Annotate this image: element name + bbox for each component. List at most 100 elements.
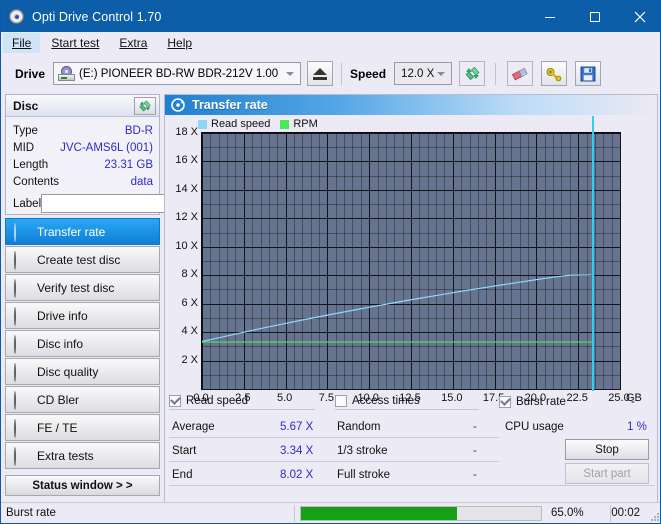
disc-icon bbox=[14, 307, 29, 326]
drive-label: Drive bbox=[15, 66, 46, 81]
chart-cursor-line[interactable] bbox=[592, 116, 594, 391]
eraser-icon bbox=[511, 67, 528, 80]
disc-length-value: 23.31 GB bbox=[104, 158, 153, 171]
sidebar-item-disc-quality[interactable]: Disc quality bbox=[5, 358, 160, 385]
menu-item-extra[interactable]: Extra bbox=[110, 33, 156, 53]
status-text: Burst rate bbox=[6, 507, 56, 519]
minimize-icon[interactable] bbox=[527, 1, 572, 32]
title-bar: Opti Drive Control 1.70 bbox=[1, 1, 660, 32]
y-axis-tick-label: 16 X bbox=[175, 154, 198, 167]
speed-select[interactable]: 12.0 X bbox=[394, 62, 453, 85]
checkbox-access-times-box[interactable] bbox=[335, 394, 347, 407]
chevron-down-icon bbox=[437, 71, 446, 76]
disc-icon bbox=[171, 98, 185, 112]
menu-bar: File Start test Extra Help bbox=[1, 32, 660, 54]
refresh-button[interactable] bbox=[459, 61, 486, 86]
maximize-icon[interactable] bbox=[572, 1, 617, 32]
result-end-value: 8.02 X bbox=[280, 469, 314, 481]
disc-icon bbox=[14, 223, 29, 242]
disc-row-mid: MID JVC-AMS6L (001) bbox=[13, 139, 153, 156]
sidebar-item-label: CD Bler bbox=[37, 392, 80, 407]
refresh-icon bbox=[139, 100, 151, 112]
checkbox-read-speed-box[interactable] bbox=[169, 394, 181, 407]
eject-button[interactable] bbox=[307, 61, 334, 86]
result-start-label: Start bbox=[172, 445, 197, 457]
y-axis-tick-label: 18 X bbox=[175, 126, 198, 138]
panel-title: Transfer rate bbox=[192, 98, 268, 112]
status-bar: Burst rate 65.0% 00:02 bbox=[1, 502, 660, 523]
save-button[interactable] bbox=[575, 61, 602, 86]
drive-select[interactable]: (E:) PIONEER BD-RW BDR-212V 1.00 bbox=[53, 62, 302, 85]
speed-select-value: 12.0 X bbox=[401, 67, 435, 80]
legend-label-read-speed: Read speed bbox=[211, 118, 271, 130]
sidebar-item-extra-tests[interactable]: Extra tests bbox=[5, 442, 160, 469]
results-divider-2 bbox=[169, 461, 499, 462]
disc-refresh-button[interactable] bbox=[134, 97, 156, 115]
window-controls bbox=[527, 1, 660, 32]
result-random-label: Random bbox=[337, 421, 381, 433]
toolbar-divider-2 bbox=[495, 62, 497, 85]
sidebar-item-disc-info[interactable]: Disc info bbox=[5, 330, 160, 357]
transfer-rate-chart: Read speed RPM 2 X 4 X 6 X 8 X 10 X 12 X 14 X 1… bbox=[165, 115, 659, 408]
status-window-button[interactable]: Status window > > bbox=[5, 475, 160, 496]
app-disc-icon bbox=[9, 8, 25, 25]
disc-type-label: Type bbox=[13, 124, 38, 137]
result-random-value: - bbox=[473, 421, 477, 433]
progress-percent-cell: 65.0% bbox=[542, 504, 610, 523]
speed-label: Speed bbox=[350, 66, 387, 81]
transfer-rate-panel: Transfer rate Read speed RPM 2 X 4 X 6 X 8 … bbox=[164, 94, 658, 503]
progress-percent-label: 65.0% bbox=[550, 507, 584, 519]
y-axis-tick-label: 14 X bbox=[175, 182, 198, 195]
sidebar-item-fe-te[interactable]: FE / TE bbox=[5, 414, 160, 441]
resize-grip[interactable] bbox=[649, 511, 659, 521]
sidebar-item-drive-info[interactable]: Drive info bbox=[5, 302, 160, 329]
settings-button[interactable] bbox=[541, 61, 568, 86]
chart-series-read-speed bbox=[202, 274, 592, 343]
disc-label-label: Label bbox=[13, 197, 42, 210]
elapsed-time: 00:02 bbox=[611, 507, 641, 519]
chart-legend: Read speed RPM bbox=[198, 118, 324, 130]
sidebar-item-verify-test-disc[interactable]: Verify test disc bbox=[5, 274, 160, 301]
chart-options-row: Read speed Access times Burst rate - bbox=[165, 390, 659, 414]
cpu-usage-label: CPU usage bbox=[505, 421, 564, 433]
disc-row-type: Type BD-R bbox=[13, 122, 153, 139]
disc-mid-label: MID bbox=[13, 141, 35, 154]
disc-row-length: Length 23.31 GB bbox=[13, 156, 153, 173]
sidebar-item-transfer-rate[interactable]: Transfer rate bbox=[5, 218, 160, 245]
sidebar-item-label: Verify test disc bbox=[37, 280, 115, 295]
disc-icon bbox=[14, 419, 29, 438]
y-axis-tick-label: 4 X bbox=[181, 325, 198, 338]
chevron-down-icon bbox=[286, 71, 295, 76]
start-part-button[interactable]: Start part bbox=[565, 463, 649, 484]
sidebar-item-cd-bler[interactable]: CD Bler bbox=[5, 386, 160, 413]
checkbox-read-speed[interactable]: Read speed bbox=[169, 394, 315, 410]
save-icon bbox=[580, 66, 596, 81]
checkbox-access-times[interactable]: Access times bbox=[335, 394, 479, 410]
menu-item-file[interactable]: File bbox=[3, 33, 41, 53]
y-axis-tick-label: 10 X bbox=[175, 239, 198, 252]
result-end-label: End bbox=[172, 469, 193, 481]
panel-header: Transfer rate bbox=[165, 95, 657, 115]
checkbox-burst-rate[interactable]: Burst rate bbox=[499, 396, 619, 408]
menu-item-start-test[interactable]: Start test bbox=[42, 33, 108, 53]
chart-plot-area[interactable] bbox=[201, 116, 621, 391]
stop-button[interactable]: Stop bbox=[565, 439, 649, 460]
checkbox-burst-rate-box[interactable] bbox=[499, 396, 511, 408]
progress-bar bbox=[299, 505, 542, 521]
cpu-usage-value: 1 % bbox=[627, 421, 647, 433]
key-icon bbox=[546, 67, 562, 81]
close-icon[interactable] bbox=[617, 1, 660, 32]
disc-icon bbox=[14, 391, 29, 410]
result-full-stroke-label: Full stroke bbox=[337, 469, 391, 481]
sidebar-item-label: Extra tests bbox=[37, 448, 94, 463]
status-text-cell: Burst rate bbox=[1, 504, 294, 523]
menu-item-help[interactable]: Help bbox=[158, 33, 201, 53]
disc-icon bbox=[14, 363, 29, 382]
sidebar-item-label: Drive info bbox=[37, 308, 88, 323]
result-start-value: 3.34 X bbox=[280, 445, 314, 457]
result-average-value: 5.67 X bbox=[280, 421, 314, 433]
erase-button[interactable] bbox=[507, 61, 534, 86]
disc-label-row: Label bbox=[13, 193, 245, 214]
sidebar-item-create-test-disc[interactable]: Create test disc bbox=[5, 246, 160, 273]
disc-type-value: BD-R bbox=[124, 124, 153, 137]
